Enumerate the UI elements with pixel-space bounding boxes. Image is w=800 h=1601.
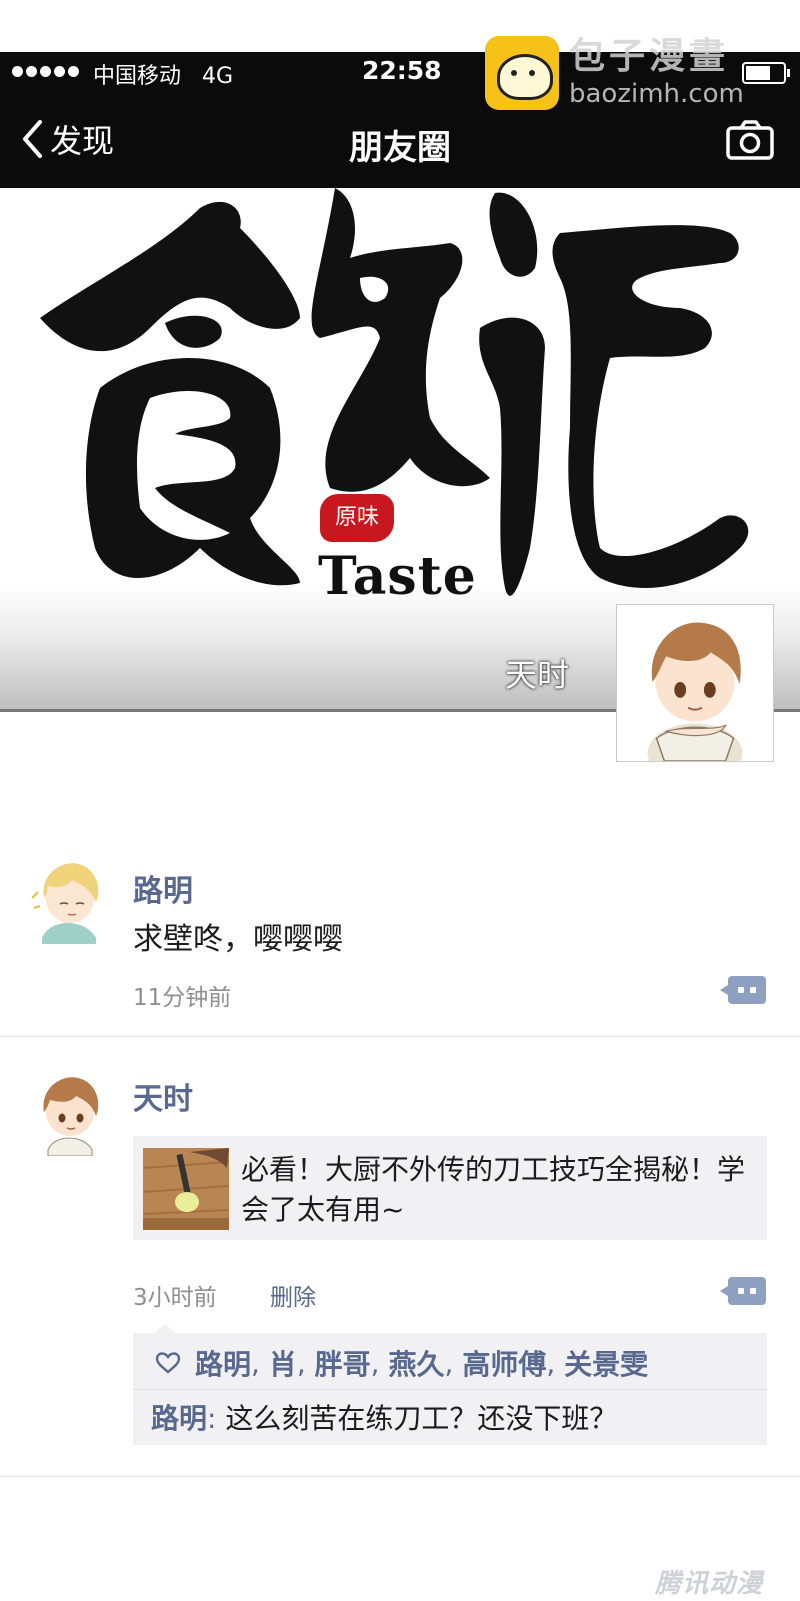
carrier-network: 中国移动 4G (93, 58, 233, 90)
site-watermark: 包子漫畫 baozimh.com (485, 30, 795, 116)
comment-separator: : (207, 1402, 226, 1435)
likes-list: 路明, 肖, 胖哥, 燕久, 高师傅, 关景雯 (155, 1343, 648, 1383)
navigation-bar: 发现 朋友圈 (0, 104, 800, 188)
bun-logo-icon (485, 36, 559, 110)
link-thumbnail (143, 1148, 229, 1230)
post-timestamp: 3小时前 (133, 1285, 217, 1311)
author-avatar[interactable] (30, 858, 108, 944)
page-title: 朋友圈 (349, 128, 451, 168)
comment-menu-button[interactable] (720, 976, 766, 1004)
profile-name: 天时 (505, 656, 570, 694)
footer-watermark: 腾讯动漫 (655, 1569, 764, 1599)
post-divider (0, 1036, 800, 1037)
post-timestamp: 11分钟前 (133, 985, 232, 1011)
comment-text: 这么刻苦在练刀工？还没下班？ (225, 1402, 618, 1435)
signal-strength-icon (12, 66, 79, 77)
liker-name[interactable]: 胖哥 (315, 1343, 371, 1383)
comment-item[interactable]: 路明: 这么刻苦在练刀工？还没下班？ (151, 1397, 617, 1437)
liker-separator: , (546, 1346, 565, 1380)
shared-link-card[interactable]: 必看！大厨不外传的刀工技巧全揭秘！学会了太有用~ (133, 1136, 767, 1240)
panel-divider (133, 1389, 767, 1390)
liker-separator: , (444, 1346, 463, 1380)
status-time: 22:58 (362, 56, 442, 85)
post-author-name[interactable]: 天时 (133, 1074, 193, 1118)
delete-post-button[interactable]: 删除 (270, 1278, 316, 1312)
liker-separator: , (296, 1346, 315, 1380)
watermark-url: baozimh.com (569, 79, 744, 109)
camera-icon[interactable] (726, 120, 774, 160)
liker-name[interactable]: 燕久 (388, 1343, 444, 1383)
red-seal-stamp: 原味 (320, 494, 394, 542)
chibi-avatar-blonde (31, 863, 99, 944)
chibi-avatar-brown-hair (647, 622, 743, 783)
liker-separator: , (251, 1346, 269, 1380)
liker-name[interactable]: 关景雯 (564, 1343, 648, 1383)
likes-comments-panel: 路明, 肖, 胖哥, 燕久, 高师傅, 关景雯 路明: 这么刻苦在练刀工？还没下… (133, 1323, 767, 1445)
liker-name[interactable]: 路明 (195, 1343, 251, 1383)
heart-icon (155, 1352, 181, 1374)
liker-name[interactable]: 高师傅 (462, 1343, 546, 1383)
liker-separator: , (370, 1346, 389, 1380)
chibi-avatar-brown-hair (43, 1077, 99, 1157)
post-text: 求壁咚，嘤嘤嘤 (133, 922, 343, 957)
liker-name[interactable]: 肖 (269, 1343, 297, 1383)
carrier-name: 中国移动 (93, 64, 182, 89)
taste-text: Taste (318, 546, 477, 607)
post-author-name[interactable]: 路明 (133, 866, 193, 910)
post-divider (0, 1476, 800, 1477)
author-avatar[interactable] (30, 1070, 108, 1157)
link-title: 必看！大厨不外传的刀工技巧全揭秘！学会了太有用~ (241, 1153, 746, 1226)
network-type: 4G (202, 64, 234, 89)
watermark-site-name: 包子漫畫 (569, 36, 730, 77)
comment-author[interactable]: 路明 (151, 1402, 207, 1435)
comment-menu-button[interactable] (720, 1277, 766, 1305)
profile-avatar[interactable] (616, 604, 774, 783)
cutting-board-image (143, 1148, 229, 1230)
